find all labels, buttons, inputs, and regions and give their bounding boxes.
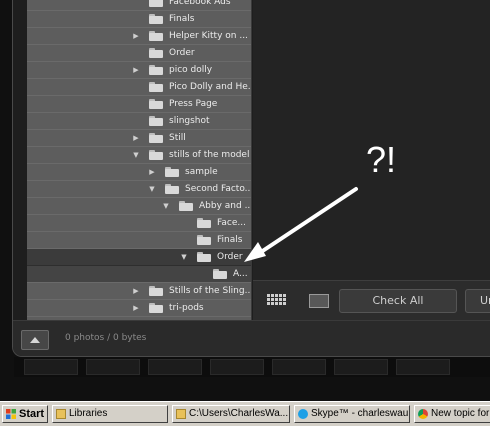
start-label: Start bbox=[19, 408, 45, 420]
annotation-text: ?! bbox=[366, 139, 397, 180]
taskbar-item[interactable]: New topic for bbox=[414, 405, 490, 423]
taskbar-item-label: Libraries bbox=[69, 408, 108, 419]
folder-icon bbox=[176, 409, 186, 419]
taskbar-item[interactable]: C:\Users\CharlesWa... bbox=[172, 405, 290, 423]
taskbar-item[interactable]: Libraries bbox=[52, 405, 168, 423]
taskbar-item[interactable]: Skype™ - charleswau... bbox=[294, 405, 410, 423]
taskbar-item-label: Skype™ - charleswau... bbox=[311, 408, 410, 419]
taskbar-item-label: C:\Users\CharlesWa... bbox=[189, 408, 289, 419]
folder-icon bbox=[56, 409, 66, 419]
skype-icon bbox=[298, 409, 308, 419]
annotation-arrow bbox=[244, 187, 358, 262]
taskbar-item-label: New topic for bbox=[431, 408, 490, 419]
taskbar: Start Libraries C:\Users\CharlesWa... Skyp… bbox=[0, 401, 490, 426]
windows-logo-icon bbox=[6, 409, 16, 419]
start-button[interactable]: Start bbox=[2, 405, 48, 423]
chrome-icon bbox=[418, 409, 428, 419]
